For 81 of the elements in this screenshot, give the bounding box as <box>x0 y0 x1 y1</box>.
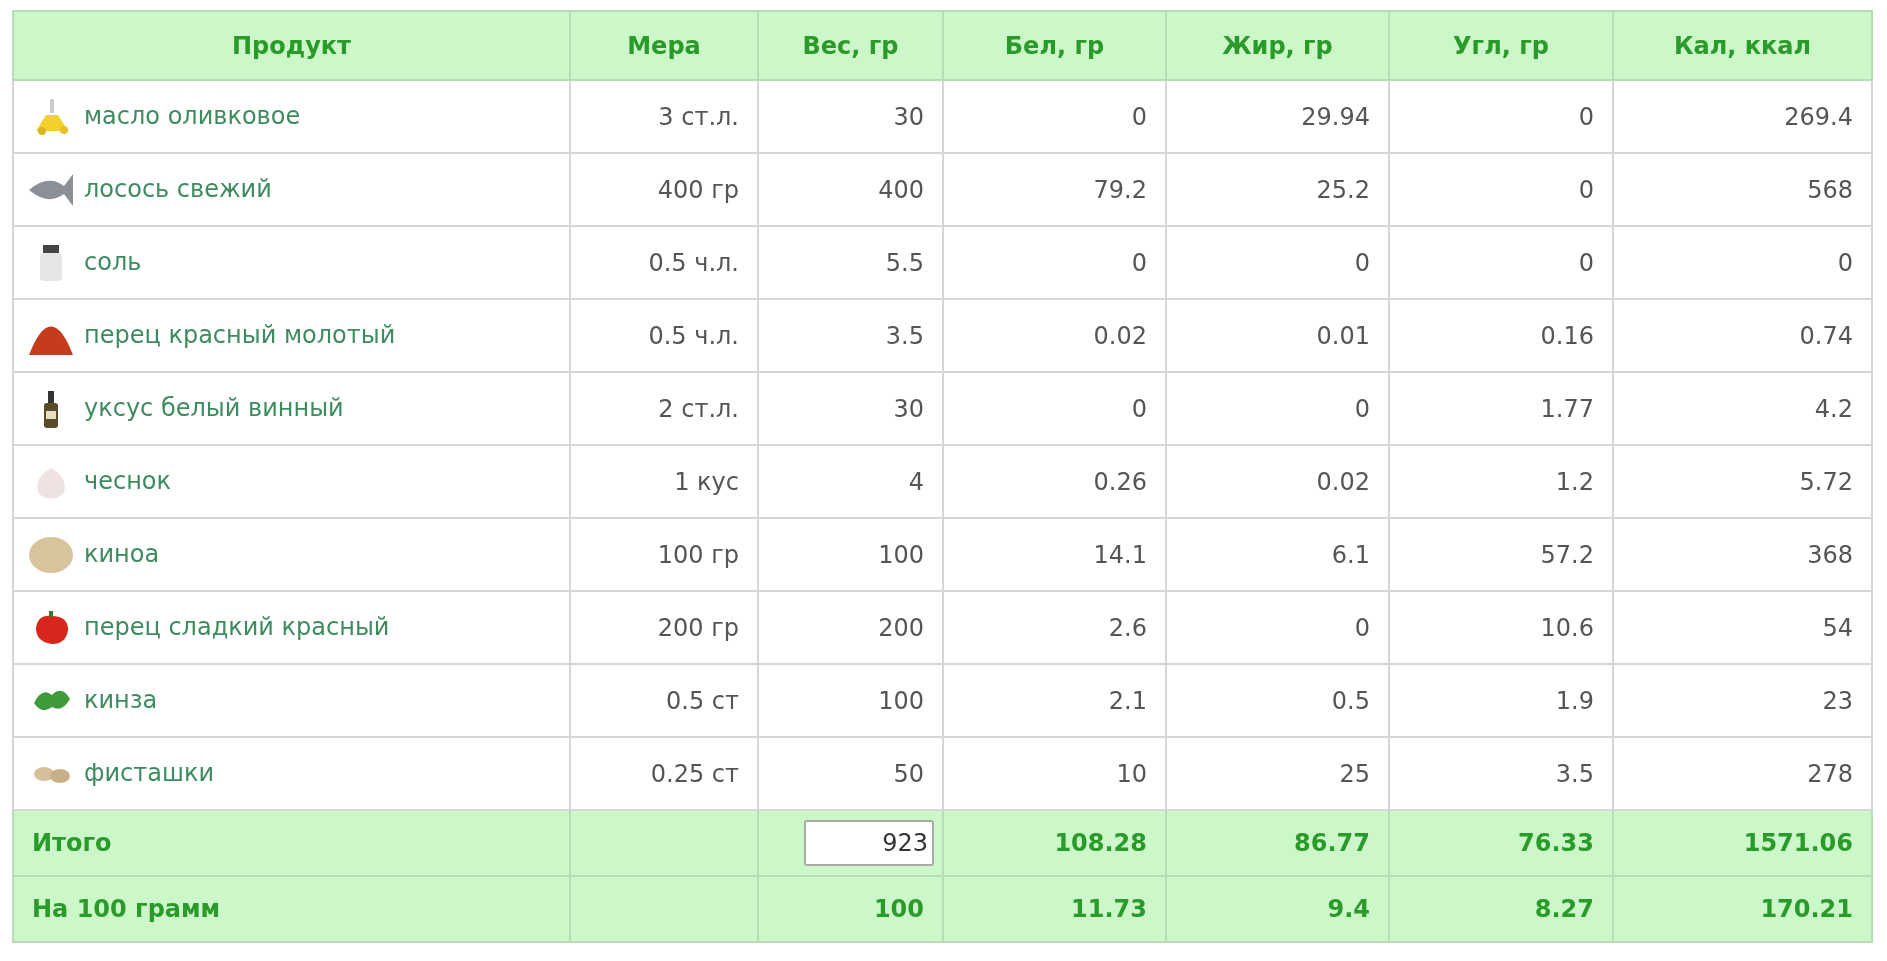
table-cell: 54 <box>1613 591 1872 664</box>
table-cell: 0.5 ч.л. <box>570 226 758 299</box>
table-cell: 0 <box>1166 591 1389 664</box>
table-cell: 5.5 <box>758 226 943 299</box>
table-cell: 0.5 ст <box>570 664 758 737</box>
table-cell: 0 <box>1389 153 1613 226</box>
table-cell: 568 <box>1613 153 1872 226</box>
table-cell: 11.73 <box>943 876 1166 942</box>
table-cell: 2.6 <box>943 591 1166 664</box>
table-cell: 1.77 <box>1389 372 1613 445</box>
table-cell: 23 <box>1613 664 1872 737</box>
table-cell: 0 <box>943 80 1166 153</box>
table-cell: 1.9 <box>1389 664 1613 737</box>
table-cell: 0 <box>1389 80 1613 153</box>
table-cell: 1.2 <box>1389 445 1613 518</box>
table-cell: 100 <box>758 664 943 737</box>
table-cell: 269.4 <box>1613 80 1872 153</box>
table-cell: 400 <box>758 153 943 226</box>
table-cell: Итого <box>13 810 570 876</box>
table-cell: 0.01 <box>1166 299 1389 372</box>
column-header: Угл, гр <box>1389 11 1613 80</box>
table-cell: 0.16 <box>1389 299 1613 372</box>
table-cell: 4.2 <box>1613 372 1872 445</box>
table-cell: 200 <box>758 591 943 664</box>
table-cell: 0 <box>1166 372 1389 445</box>
table-cell: 4 <box>758 445 943 518</box>
product-link[interactable]: соль <box>84 247 142 276</box>
column-header: Жир, гр <box>1166 11 1389 80</box>
table-cell: 0 <box>943 372 1166 445</box>
table-cell: 3.5 <box>758 299 943 372</box>
table-cell: 2.1 <box>943 664 1166 737</box>
table-cell: 0.5 <box>1166 664 1389 737</box>
table-cell: 0 <box>943 226 1166 299</box>
table-cell: 0.02 <box>1166 445 1389 518</box>
column-header: Кал, ккал <box>1613 11 1872 80</box>
column-header: Вес, гр <box>758 11 943 80</box>
product-link[interactable]: уксус белый винный <box>84 393 344 422</box>
table-cell: 79.2 <box>943 153 1166 226</box>
table-cell: 6.1 <box>1166 518 1389 591</box>
table-cell: 14.1 <box>943 518 1166 591</box>
product-link[interactable]: фисташки <box>84 758 215 787</box>
table-cell: 25.2 <box>1166 153 1389 226</box>
table-cell: 100 <box>758 518 943 591</box>
table-cell: 0.02 <box>943 299 1166 372</box>
column-header: Продукт <box>13 11 570 80</box>
table-cell: 0 <box>1613 226 1872 299</box>
table-cell: 86.77 <box>1166 810 1389 876</box>
table-cell: 3 ст.л. <box>570 80 758 153</box>
table-cell: 400 гр <box>570 153 758 226</box>
table-cell: 8.27 <box>1389 876 1613 942</box>
table-cell: 368 <box>1613 518 1872 591</box>
table-cell: 10.6 <box>1389 591 1613 664</box>
table-cell: 170.21 <box>1613 876 1872 942</box>
table-cell: 0.74 <box>1613 299 1872 372</box>
table-cell: 29.94 <box>1166 80 1389 153</box>
product-link[interactable]: кинза <box>84 685 158 714</box>
weight-input-field[interactable]: 923 <box>804 820 934 866</box>
table-cell: 1571.06 <box>1613 810 1872 876</box>
table-cell: 76.33 <box>1389 810 1613 876</box>
table-cell: 30 <box>758 80 943 153</box>
product-link[interactable]: чеснок <box>84 466 171 495</box>
table-cell: 9.4 <box>1166 876 1389 942</box>
table-cell: 100 <box>758 876 943 942</box>
table-cell: 0.26 <box>943 445 1166 518</box>
table-cell: 0 <box>1389 226 1613 299</box>
table-cell: 0.5 ч.л. <box>570 299 758 372</box>
column-header: Бел, гр <box>943 11 1166 80</box>
table-cell: 5.72 <box>1613 445 1872 518</box>
table-cell: 0 <box>1166 226 1389 299</box>
table-cell: 108.28 <box>943 810 1166 876</box>
product-link[interactable]: масло оливковое <box>84 101 301 130</box>
table-cell: На 100 грамм <box>13 876 570 942</box>
table-cell: 100 гр <box>570 518 758 591</box>
table-cell: 30 <box>758 372 943 445</box>
product-link[interactable]: лосось свежий <box>84 174 272 203</box>
product-link[interactable]: киноа <box>84 539 160 568</box>
table-cell: 57.2 <box>1389 518 1613 591</box>
table-cell: 1 кус <box>570 445 758 518</box>
column-header: Мера <box>570 11 758 80</box>
table-cell: 2 ст.л. <box>570 372 758 445</box>
table-cell: 200 гр <box>570 591 758 664</box>
